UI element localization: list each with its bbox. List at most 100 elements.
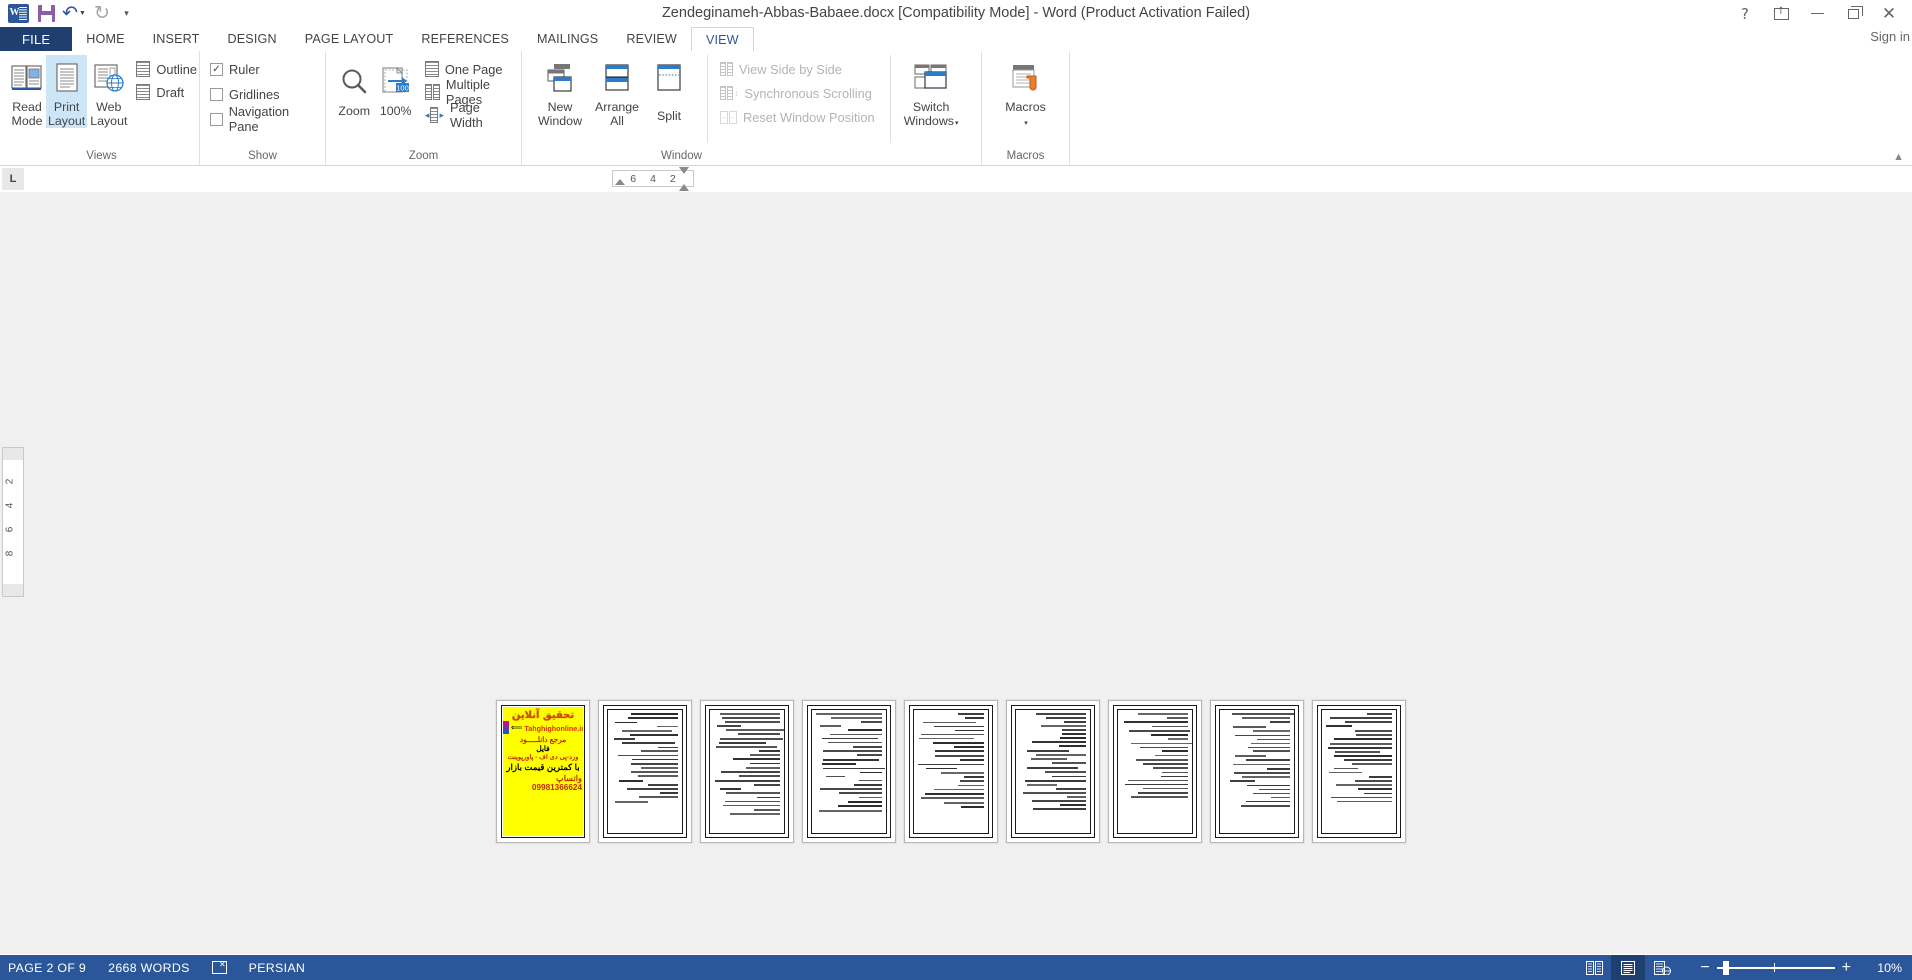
hanging-indent-marker[interactable]	[679, 184, 689, 191]
read-mode-icon	[11, 59, 43, 97]
switch-windows-label-2: Windows	[903, 114, 954, 128]
proofing-errors-icon[interactable]	[211, 960, 227, 974]
draft-button[interactable]: Draft	[136, 83, 197, 101]
save-icon[interactable]	[32, 2, 60, 26]
zoom-in-button[interactable]: +	[1835, 959, 1858, 976]
ruler-number-2: 2	[669, 172, 676, 185]
minimize-icon[interactable]	[1800, 2, 1834, 26]
word-count[interactable]: 2668 WORDS	[108, 961, 190, 975]
navigation-pane-checkbox[interactable]	[210, 112, 223, 126]
ribbon-display-options-icon[interactable]	[1764, 2, 1798, 26]
draft-label: Draft	[156, 84, 185, 100]
ad-badge-icon	[503, 721, 509, 734]
switch-windows-button[interactable]: Switch Windows▾	[889, 55, 962, 143]
page-thumbnail-6[interactable]	[1006, 700, 1100, 843]
gridlines-checkbox[interactable]	[210, 87, 223, 101]
help-icon[interactable]: ?	[1728, 2, 1762, 26]
restore-icon[interactable]	[1836, 2, 1870, 26]
navigation-pane-checkbox-row[interactable]: Navigation Pane	[210, 104, 320, 134]
page-thumbnail-7[interactable]	[1108, 700, 1202, 843]
vertical-ruler[interactable]: 2 4 6 8	[2, 447, 24, 597]
one-page-label: One Page	[444, 61, 503, 77]
tab-review[interactable]: REVIEW	[612, 27, 691, 51]
arrange-all-label-2: All	[610, 114, 624, 128]
macros-label: Macros	[1005, 100, 1046, 114]
zoom-button[interactable]: Zoom	[334, 55, 374, 118]
print-layout-view-button[interactable]	[1611, 955, 1646, 980]
page-thumbnail-4[interactable]	[802, 700, 896, 843]
ribbon: Read Mode Print Layout Web Layout Outlin…	[0, 51, 1912, 166]
arrange-all-button[interactable]: Arrange All	[589, 55, 645, 128]
outline-button[interactable]: Outline	[136, 60, 197, 78]
reset-window-position-button: → ← Reset Window Position	[720, 108, 875, 126]
language-indicator[interactable]: PERSIAN	[249, 961, 306, 975]
ruler-checkbox[interactable]: ✓	[210, 62, 223, 76]
tab-stop-selector[interactable]: L	[2, 167, 24, 190]
left-indent-marker[interactable]	[615, 179, 625, 185]
macros-button[interactable]: Macros ▾	[998, 55, 1054, 128]
web-layout-view-button[interactable]	[1645, 955, 1679, 980]
print-layout-icon	[53, 59, 81, 97]
zoom-100-button[interactable]: 100 100%	[375, 55, 415, 118]
document-canvas[interactable]: 2 4 6 8 تحقیق آنلاین Tahghighonline.ir ⟸…	[0, 192, 1912, 954]
undo-icon[interactable]: ↶ ▼	[60, 2, 88, 26]
sign-in-link[interactable]: Sign in	[1870, 29, 1910, 44]
macros-dropdown-icon[interactable]: ▾	[1024, 120, 1028, 127]
tab-references[interactable]: REFERENCES	[407, 27, 523, 51]
tab-file[interactable]: FILE	[0, 27, 73, 51]
window-controls: ? ✕	[1728, 0, 1906, 27]
page-indicator[interactable]: PAGE 2 OF 9	[8, 961, 86, 975]
first-line-indent-marker[interactable]	[679, 167, 689, 174]
horizontal-ruler[interactable]: 6 4 2	[612, 167, 694, 191]
split-button[interactable]: Split	[646, 55, 692, 123]
web-layout-button[interactable]: Web Layout	[88, 55, 129, 128]
synchronous-scrolling-icon: ↕	[720, 86, 739, 100]
read-mode-view-button[interactable]	[1577, 955, 1611, 980]
tab-mailings[interactable]: MAILINGS	[523, 27, 612, 51]
document-title: Zendeginameh-Abbas-Babaee.docx [Compatib…	[661, 5, 1251, 21]
page-thumbnail-8[interactable]	[1210, 700, 1304, 843]
arrange-all-label-1: Arrange	[594, 100, 640, 114]
customize-qat-icon[interactable]: ▾	[116, 2, 136, 26]
ad-line7: واتساپ 09981366624	[531, 774, 582, 792]
tab-page-layout[interactable]: PAGE LAYOUT	[291, 27, 408, 51]
page-thumbnail-1[interactable]: تحقیق آنلاین Tahghighonline.ir ⟸ مرجع دا…	[496, 700, 590, 843]
zoom-level[interactable]: 10%	[1870, 961, 1902, 975]
gridlines-checkbox-row[interactable]: Gridlines	[210, 85, 320, 103]
page-thumbnail-9[interactable]	[1312, 700, 1406, 843]
ribbon-group-window: New Window Arrange All Split View Side b…	[522, 51, 982, 166]
vruler-number-4: 4	[4, 502, 16, 509]
zoom-slider-track[interactable]	[1716, 960, 1835, 975]
one-page-button[interactable]: One Page	[424, 60, 516, 78]
word-logo-icon[interactable]	[4, 2, 32, 26]
page-thumbnail-5[interactable]	[904, 700, 998, 843]
tab-design[interactable]: DESIGN	[214, 27, 291, 51]
page-thumbnail-2[interactable]	[598, 700, 692, 843]
tab-view[interactable]: VIEW	[690, 27, 754, 51]
collapse-ribbon-icon[interactable]: ▲	[1893, 151, 1904, 163]
ribbon-group-views: Read Mode Print Layout Web Layout Outlin…	[4, 51, 200, 166]
tab-home[interactable]: HOME	[72, 27, 138, 51]
zoom-slider[interactable]: − +	[1693, 959, 1858, 976]
zoom-slider-handle[interactable]	[1722, 960, 1729, 975]
split-label: Split	[656, 109, 682, 123]
tab-insert[interactable]: INSERT	[139, 27, 214, 51]
ruler-checkbox-row[interactable]: ✓ Ruler	[210, 60, 320, 78]
close-icon[interactable]: ✕	[1872, 2, 1906, 26]
read-mode-label-2: Mode	[11, 114, 43, 128]
read-mode-button[interactable]: Read Mode	[9, 55, 45, 128]
page-thumbnails[interactable]: تحقیق آنلاین Tahghighonline.ir ⟸ مرجع دا…	[496, 700, 1406, 843]
reset-window-position-label: Reset Window Position	[743, 109, 875, 125]
macros-group-label: Macros	[1006, 150, 1045, 162]
print-layout-button[interactable]: Print Layout	[46, 55, 88, 128]
new-window-button[interactable]: New Window	[532, 55, 588, 128]
ribbon-group-show: ✓ Ruler Gridlines Navigation Pane Show	[200, 51, 326, 166]
page-text-lines	[1321, 709, 1397, 834]
page-thumbnail-3[interactable]	[700, 700, 794, 843]
redo-icon[interactable]: ↻	[88, 2, 116, 26]
multiple-pages-button[interactable]: Multiple Pages	[424, 77, 516, 107]
switch-windows-dropdown-icon[interactable]: ▾	[955, 120, 959, 127]
page-width-button[interactable]: ◂ ▸ Page Width	[425, 100, 516, 130]
ad-website: Tahghighonline.ir	[524, 724, 583, 733]
zoom-out-button[interactable]: −	[1693, 959, 1716, 976]
